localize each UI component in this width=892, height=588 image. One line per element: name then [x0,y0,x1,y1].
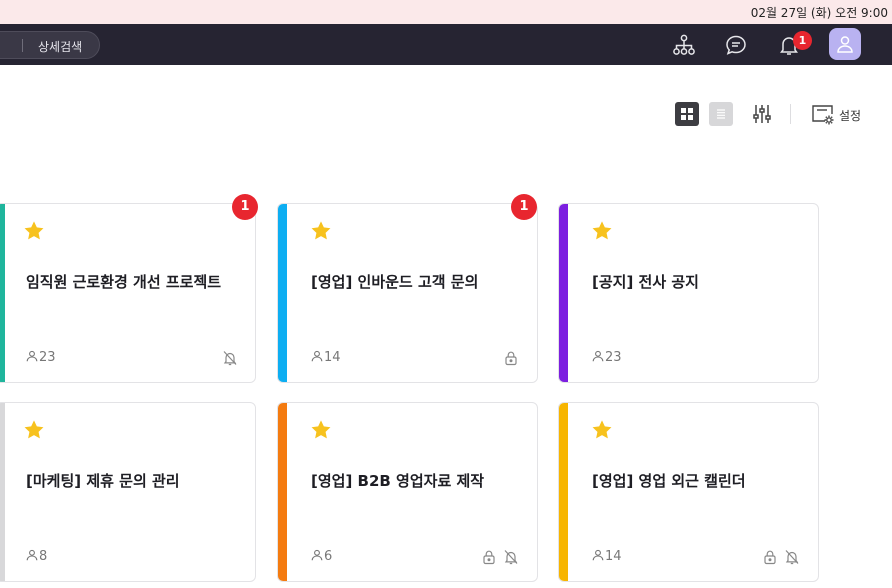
card-accent-bar [559,403,568,581]
members-icon [592,350,604,362]
avatar-user-icon [837,36,853,53]
project-card[interactable]: [마케팅] 제휴 문의 관리 8 [0,402,256,582]
member-count-value: 23 [605,350,622,365]
star-icon[interactable] [23,419,45,441]
project-card[interactable]: [공지] 전사 공지 23 [558,203,819,383]
lock-icon [505,351,517,366]
grid-view-button[interactable] [675,102,699,126]
members-icon [26,549,38,561]
star-icon[interactable] [310,419,332,441]
card-accent-bar [278,403,287,581]
os-menubar: 02월 27일 (화) 오전 9:00 [0,0,892,24]
member-count: 14 [592,549,622,564]
chat-icon[interactable] [724,33,748,57]
member-count-value: 14 [605,549,622,564]
members-icon [592,549,604,561]
project-card[interactable]: [영업] 영업 외근 캘린더 14 [558,402,819,582]
bell-off-icon [785,550,799,565]
card-title: [마케팅] 제휴 문의 관리 [26,472,180,490]
member-count-value: 14 [324,350,341,365]
member-count: 8 [26,549,47,564]
card-title: [영업] 영업 외근 캘린더 [592,472,746,490]
card-accent-bar [0,403,5,581]
notification-badge: 1 [793,31,812,50]
star-icon[interactable] [591,220,613,242]
lock-icon [483,550,495,565]
card-accent-bar [559,204,568,382]
list-icon [717,109,725,119]
star-icon[interactable] [591,419,613,441]
search-divider [22,39,23,52]
member-count-value: 6 [324,549,333,564]
member-count: 6 [311,549,332,564]
project-card[interactable]: [영업] B2B 영업자료 제작 6 [277,402,538,582]
unread-badge: 1 [232,194,258,220]
settings-label[interactable]: 설정 [839,107,861,124]
os-clock: 02월 27일 (화) 오전 9:00 [750,6,888,20]
member-count: 14 [311,350,341,365]
bell-off-icon [504,550,518,565]
members-icon [26,350,38,362]
project-card[interactable]: [영업] 인바운드 고객 문의 14 [277,203,538,383]
toolbar-divider [790,104,791,124]
list-view-button[interactable] [709,102,733,126]
project-card[interactable]: 임직원 근로환경 개선 프로젝트 23 [0,203,256,383]
member-count-value: 23 [39,350,56,365]
card-title: [영업] B2B 영업자료 제작 [311,472,485,490]
card-title: [공지] 전사 공지 [592,273,699,291]
settings-icon[interactable] [811,104,835,126]
member-count-value: 8 [39,549,48,564]
search-bar[interactable]: 상세검색 [0,31,100,59]
member-count: 23 [26,350,56,365]
star-icon[interactable] [310,220,332,242]
card-title: 임직원 근로환경 개선 프로젝트 [26,273,222,291]
card-accent-bar [278,204,287,382]
members-icon [311,549,323,561]
grid-icon [681,108,693,120]
app-header: 상세검색 1 [0,24,892,65]
card-accent-bar [0,204,5,382]
members-icon [311,350,323,362]
org-chart-icon[interactable] [672,33,696,57]
lock-icon [764,550,776,565]
card-title: [영업] 인바운드 고객 문의 [311,273,479,291]
filter-sliders-icon[interactable] [752,103,772,125]
star-icon[interactable] [23,220,45,242]
bell-off-icon [223,351,237,366]
avatar[interactable] [829,28,861,60]
advanced-search-button[interactable]: 상세검색 [38,38,82,55]
unread-badge: 1 [511,194,537,220]
member-count: 23 [592,350,622,365]
